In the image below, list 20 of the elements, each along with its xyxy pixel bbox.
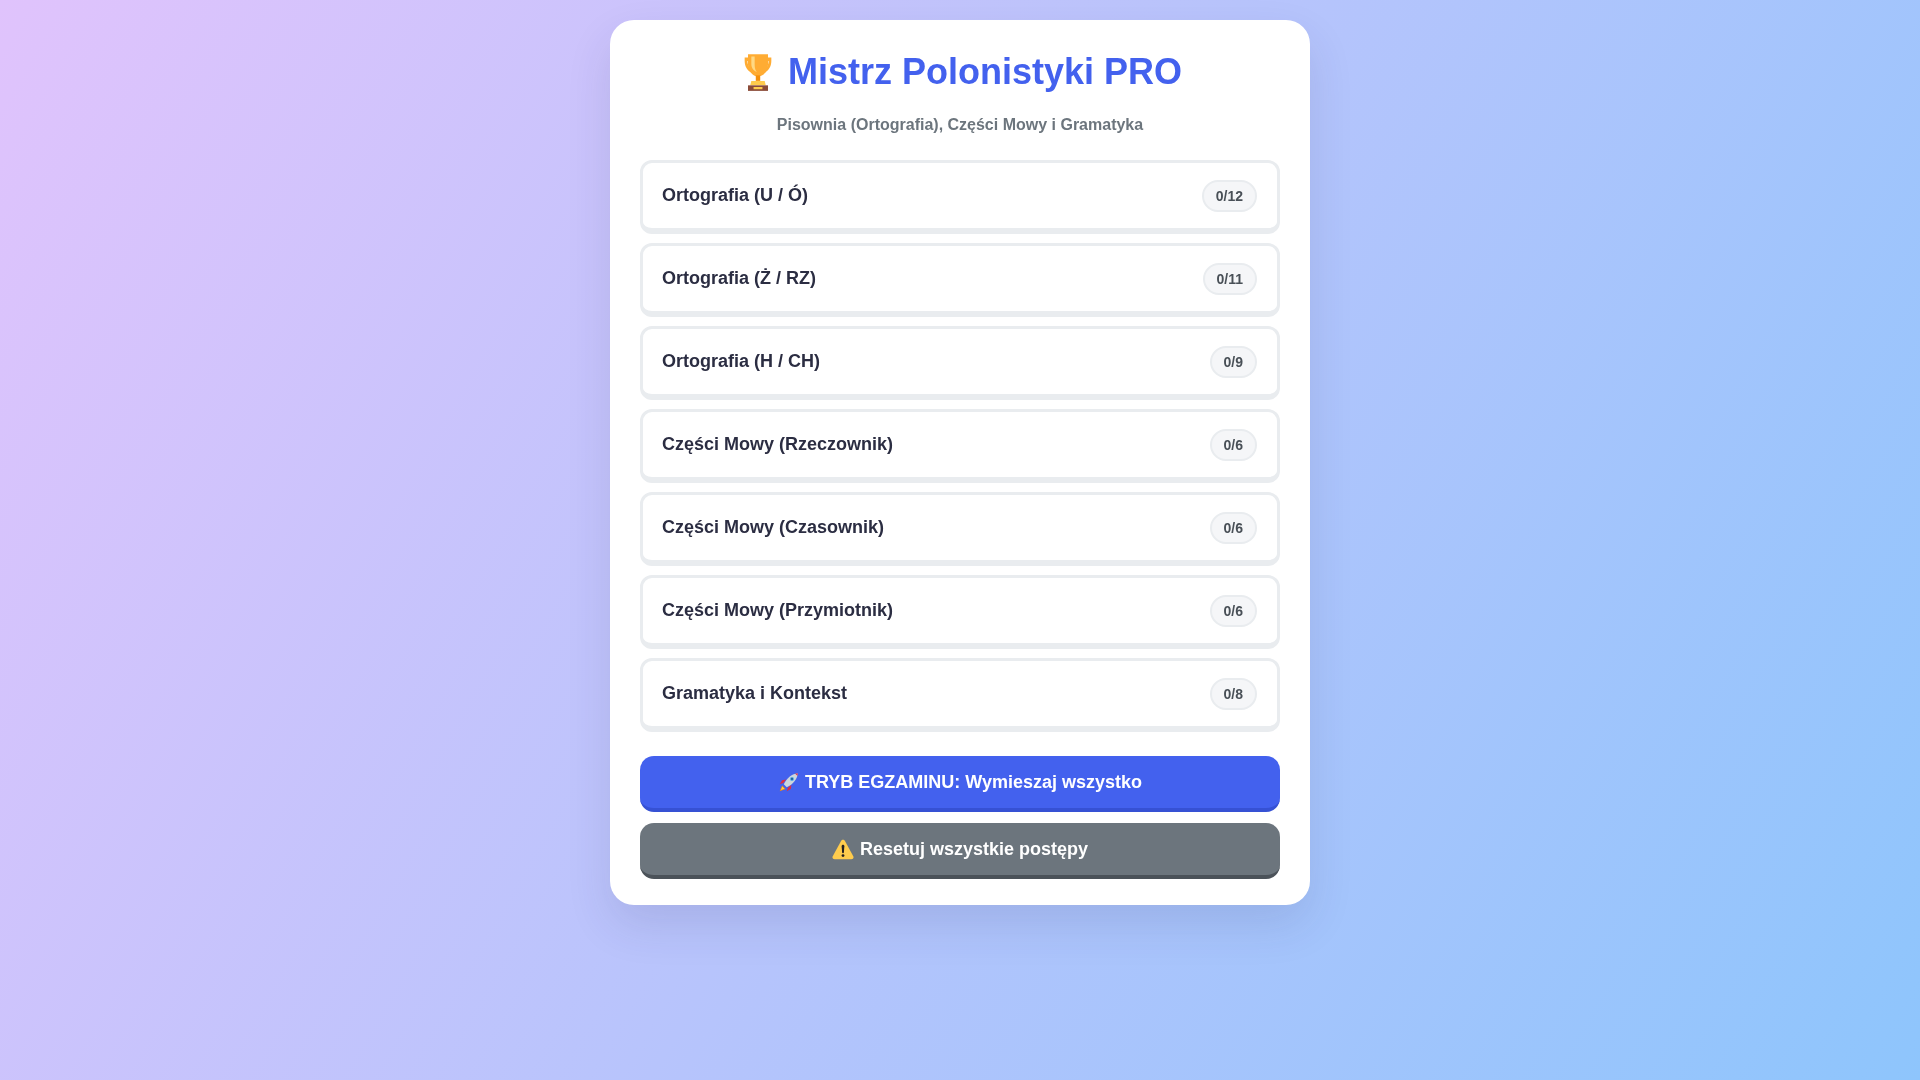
exam-mode-button[interactable]: TRYB EGZAMINU: Wymieszaj wszystko: [640, 756, 1280, 812]
reset-button[interactable]: Resetuj wszystkie postępy: [640, 823, 1280, 879]
score-counter: 0/6: [1209, 511, 1257, 544]
category-item[interactable]: Ortografia (Ż / RZ) 0/11: [640, 243, 1280, 317]
category-item[interactable]: Ortografia (H / CH) 0/9: [640, 326, 1280, 400]
app-title: Mistrz Polonistyki PRO: [787, 52, 1183, 92]
score-counter: 0/6: [1209, 594, 1257, 627]
app-subtitle: Pisownia (Ortografia), Części Mowy i Gramatyka: [775, 116, 1145, 134]
score-counter: 0/6: [1209, 428, 1257, 461]
score-counter: 0/11: [1202, 262, 1257, 295]
score-counter: 0/8: [1209, 677, 1257, 710]
category-item[interactable]: Ortografia (U / Ó) 0/12: [640, 160, 1280, 234]
score-counter: 0/9: [1209, 345, 1257, 378]
category-item[interactable]: Części Mowy (Czasownik) 0/6: [640, 492, 1280, 566]
rocket-icon: [777, 771, 799, 793]
category-item[interactable]: Gramatyka i Kontekst 0/8: [640, 658, 1280, 732]
category-item[interactable]: Części Mowy (Rzeczownik) 0/6: [640, 409, 1280, 483]
category-item[interactable]: Części Mowy (Przymiotnik) 0/6: [640, 575, 1280, 649]
warning-icon: [831, 838, 854, 860]
score-counter: 0/12: [1201, 179, 1257, 212]
